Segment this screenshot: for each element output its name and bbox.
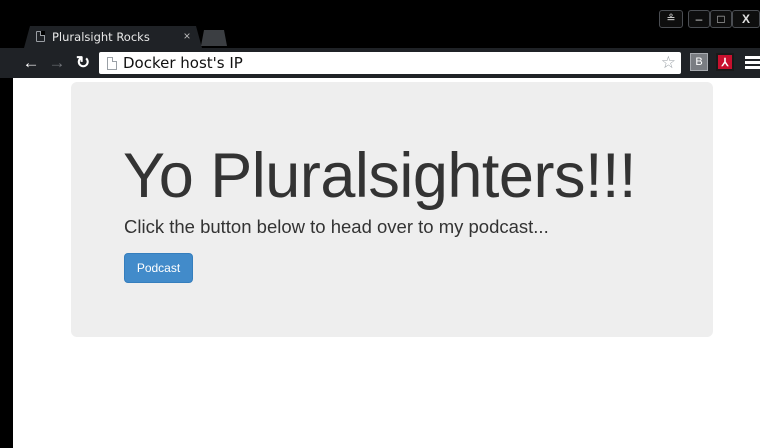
podcast-button[interactable]: Podcast — [124, 253, 193, 283]
extension-b-icon[interactable]: B — [690, 53, 708, 71]
address-bar-url[interactable]: Docker host's IP — [123, 54, 243, 72]
tab-strip: Pluralsight Rocks × ≗ – □ X — [0, 0, 760, 48]
new-tab-button[interactable] — [201, 30, 227, 46]
page-icon — [107, 57, 117, 70]
address-bar[interactable]: Docker host's IP ☆ — [99, 52, 681, 74]
reload-icon[interactable]: ↻ — [73, 54, 93, 72]
maximize-icon[interactable]: □ — [710, 10, 732, 28]
page-favicon-icon — [36, 31, 45, 42]
page-heading: Yo Pluralsighters!!! — [123, 141, 636, 211]
tab-pluralsight-rocks[interactable]: Pluralsight Rocks × — [24, 26, 202, 48]
bookmark-star-icon[interactable]: ☆ — [661, 53, 676, 73]
tab-close-icon[interactable]: × — [180, 29, 194, 43]
forward-arrow-icon[interactable]: → — [47, 54, 67, 72]
close-window-icon[interactable]: X — [732, 10, 760, 28]
chrome-menu-icon[interactable] — [745, 56, 760, 70]
acrobat-extension-icon[interactable]: ⅄ — [716, 53, 734, 71]
jumbotron: Yo Pluralsighters!!! Click the button be… — [71, 82, 713, 337]
browser-toolbar: ← → ↻ Docker host's IP ☆ B ⅄ — [0, 48, 760, 78]
page-subtext: Click the button below to head over to m… — [124, 216, 549, 237]
page-viewport: Yo Pluralsighters!!! Click the button be… — [13, 78, 760, 448]
tab-title: Pluralsight Rocks — [52, 30, 150, 44]
user-profile-icon[interactable]: ≗ — [659, 10, 683, 28]
minimize-icon[interactable]: – — [688, 10, 710, 28]
back-arrow-icon[interactable]: ← — [21, 54, 41, 72]
